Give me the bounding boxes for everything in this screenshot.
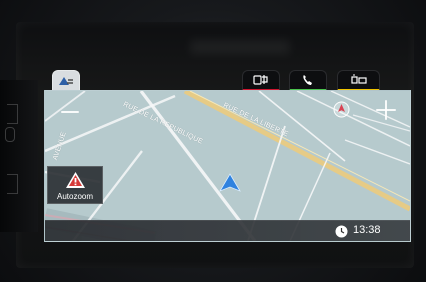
car-infotainment-photo: RUE DE LA REPUBLIQUE RUE DE LA LIBERTE A… <box>0 0 426 282</box>
car-tab[interactable] <box>337 70 380 91</box>
media-tab-icon <box>253 75 268 85</box>
navigation-tab[interactable] <box>52 70 80 91</box>
clock-time: 13:38 <box>353 224 381 236</box>
map-tab-icon <box>59 77 73 85</box>
zoom-in-button[interactable] <box>375 99 397 121</box>
navigation-map-screen[interactable]: RUE DE LA REPUBLIQUE RUE DE LA LIBERTE A… <box>44 90 411 242</box>
navigation-arrow-icon <box>219 173 241 192</box>
autozoom-label: Autozoom <box>56 192 94 201</box>
compass-icon[interactable] <box>333 101 350 118</box>
clock-icon <box>335 225 348 238</box>
zoom-out-button[interactable] <box>61 111 79 113</box>
left-edge-mark <box>7 104 18 124</box>
bezel-reflection <box>190 40 290 54</box>
top-function-tabs <box>44 70 409 92</box>
left-edge-knob <box>5 127 15 142</box>
phone-tab[interactable] <box>289 70 327 91</box>
car-tab-icon <box>350 74 367 84</box>
status-bar: 13:38 <box>45 220 410 241</box>
autozoom-button[interactable]: Autozoom <box>47 166 103 204</box>
left-dashboard-edge <box>0 80 38 232</box>
media-tab[interactable] <box>242 70 280 91</box>
phone-tab-icon <box>303 75 312 85</box>
warning-triangle-icon <box>66 172 85 188</box>
left-edge-mark <box>7 174 18 194</box>
